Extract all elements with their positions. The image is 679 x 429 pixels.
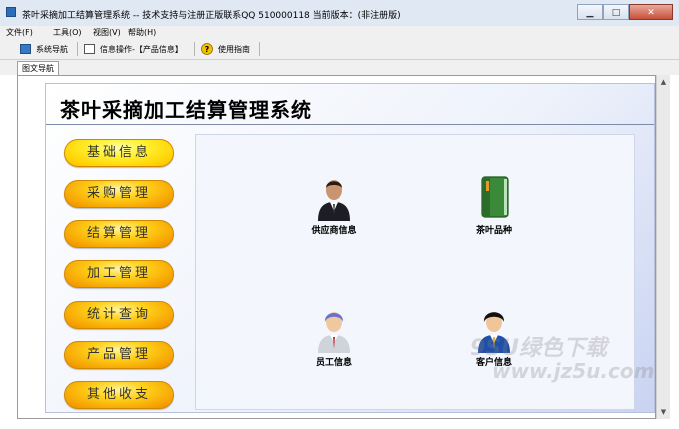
window-controls: ▁ □ ✕ bbox=[577, 4, 673, 20]
toolbar-separator bbox=[259, 42, 260, 56]
nav-button-statistics[interactable]: 统计查询 bbox=[64, 301, 174, 329]
title-divider bbox=[46, 124, 654, 125]
minimize-button[interactable]: ▁ bbox=[577, 4, 603, 20]
nav-toolbar-label: 系统导航 bbox=[36, 44, 68, 54]
nav-button-other[interactable]: 其他收支 bbox=[64, 381, 174, 409]
vertical-scrollbar[interactable]: ▲ ▼ bbox=[656, 75, 670, 419]
watermark-line-2: www.jz5u.com bbox=[492, 359, 655, 383]
close-button[interactable]: ✕ bbox=[629, 4, 673, 20]
employee-icon bbox=[318, 312, 350, 353]
window-titlebar[interactable]: 茶叶采摘加工结算管理系统 -- 技术支持与注册正版联系QQ 510000118 … bbox=[0, 0, 679, 27]
supplier-label: 供应商信息 bbox=[311, 226, 357, 236]
info-toolbar-button[interactable]: 信息操作-【产品信息】 bbox=[84, 41, 183, 57]
system-title: 茶叶采摘加工结算管理系统 bbox=[60, 98, 312, 122]
toolbar-separator bbox=[194, 42, 195, 56]
nav-button-purchase[interactable]: 采购管理 bbox=[64, 180, 174, 208]
menu-bar: 文件(F) 工具(O) 视图(V) 帮助(H) bbox=[0, 26, 679, 39]
menu-file[interactable]: 文件(F) bbox=[6, 27, 33, 38]
nav-button-products[interactable]: 产品管理 bbox=[64, 341, 174, 369]
nav-button-settlement[interactable]: 结算管理 bbox=[64, 220, 174, 248]
nav-button-processing[interactable]: 加工管理 bbox=[64, 260, 174, 288]
tea-item[interactable]: 茶叶品种 bbox=[454, 175, 534, 236]
staff-item[interactable]: 员工信息 bbox=[294, 307, 374, 368]
menu-view[interactable]: 视图(V) bbox=[93, 27, 121, 38]
maximize-button[interactable]: □ bbox=[603, 4, 629, 20]
window-title: 茶叶采摘加工结算管理系统 -- 技术支持与注册正版联系QQ 510000118 … bbox=[22, 11, 401, 21]
nav-toolbar-button[interactable]: 系统导航 bbox=[20, 41, 68, 57]
monitor-icon bbox=[20, 44, 31, 54]
scroll-down-icon[interactable]: ▼ bbox=[657, 405, 670, 419]
staff-label: 员工信息 bbox=[315, 358, 352, 368]
help-toolbar-button[interactable]: ? 使用指南 bbox=[201, 41, 250, 57]
help-toolbar-label: 使用指南 bbox=[218, 44, 250, 54]
app-icon bbox=[6, 7, 16, 17]
svg-text:?: ? bbox=[205, 45, 210, 54]
tea-label: 茶叶品种 bbox=[475, 226, 512, 236]
menu-tools[interactable]: 工具(O) bbox=[53, 27, 82, 38]
toolbar: 系统导航 信息操作-【产品信息】 ? 使用指南 bbox=[0, 39, 679, 60]
watermark-line-1: 9SU绿色下载 bbox=[470, 336, 608, 361]
menu-help[interactable]: 帮助(H) bbox=[128, 27, 156, 38]
green-book-icon bbox=[481, 176, 509, 218]
businessman-icon bbox=[318, 180, 350, 221]
supplier-item[interactable]: 供应商信息 bbox=[294, 175, 374, 236]
info-toolbar-label: 信息操作-【产品信息】 bbox=[100, 44, 183, 54]
help-icon: ? bbox=[201, 43, 213, 55]
tab-strip: 图文导航 bbox=[0, 60, 679, 75]
toolbar-separator bbox=[77, 42, 78, 56]
nav-button-basic-info[interactable]: 基础信息 bbox=[64, 139, 174, 167]
document-icon bbox=[84, 44, 95, 54]
tab-graphic-nav[interactable]: 图文导航 bbox=[17, 61, 59, 75]
scroll-up-icon[interactable]: ▲ bbox=[657, 75, 670, 89]
